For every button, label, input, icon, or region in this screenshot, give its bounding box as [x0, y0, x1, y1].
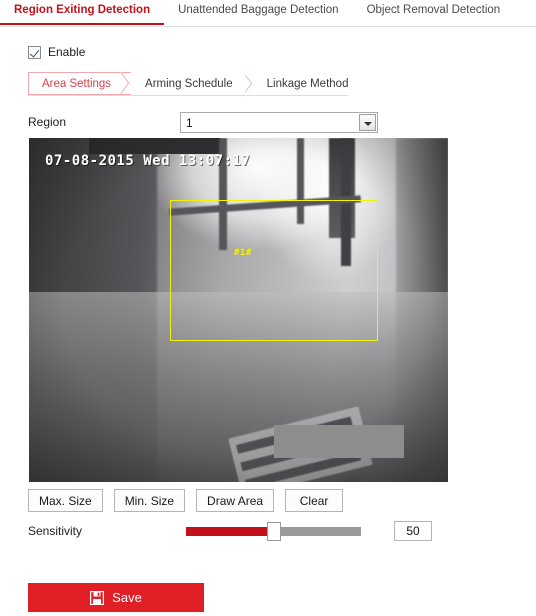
sensitivity-slider-handle[interactable]	[266, 522, 281, 541]
region-detection-rectangle[interactable]	[170, 200, 378, 341]
clear-button[interactable]: Clear	[285, 489, 344, 512]
chevron-right-icon	[112, 71, 130, 95]
tab-unattended-baggage-detection[interactable]: Unattended Baggage Detection	[164, 0, 352, 23]
save-button[interactable]: Save	[28, 583, 204, 612]
region-label: Region	[28, 115, 67, 129]
settings-subtab-bar: Area Settings Arming Schedule Linkage Me…	[28, 71, 348, 96]
detection-tab-bar: Region Exiting Detection Unattended Bagg…	[0, 0, 536, 28]
subtab-linkage-method[interactable]: Linkage Method	[253, 72, 369, 95]
tab-bar-divider	[0, 26, 536, 27]
chevron-right-icon	[238, 74, 252, 93]
subtab-area-settings[interactable]: Area Settings	[28, 71, 132, 95]
subtab-linkage-method-label: Linkage Method	[266, 77, 349, 90]
sensitivity-slider[interactable]	[186, 522, 361, 541]
enable-checkbox[interactable]	[28, 45, 41, 59]
save-button-label: Save	[112, 590, 142, 605]
subtab-arming-schedule-label: Arming Schedule	[145, 77, 233, 90]
video-osd-timestamp: 07-08-2015 Wed 13:07:17	[45, 153, 251, 169]
tab-region-exiting-detection[interactable]: Region Exiting Detection	[0, 0, 165, 25]
sensitivity-label: Sensitivity	[28, 524, 83, 538]
region-row: Region 1	[28, 112, 388, 134]
enable-row: Enable	[28, 45, 85, 59]
draw-area-button[interactable]: Draw Area	[196, 489, 275, 512]
max-size-button[interactable]: Max. Size	[28, 489, 103, 512]
region-select-value: 1	[186, 116, 193, 130]
sensitivity-value-input[interactable]: 50	[394, 521, 432, 541]
enable-label: Enable	[48, 45, 86, 59]
sensitivity-row: Sensitivity 50	[28, 521, 432, 543]
subtab-area-settings-label: Area Settings	[42, 77, 112, 90]
video-privacy-mask	[274, 425, 404, 458]
tab-object-removal-detection[interactable]: Object Removal Detection	[353, 0, 515, 23]
sensitivity-slider-fill	[186, 527, 274, 536]
video-preview-pane[interactable]: 07-08-2015 Wed 13:07:17 #1#	[29, 138, 448, 482]
area-action-buttons: Max. Size Min. Size Draw Area Clear	[28, 489, 344, 512]
chevron-down-icon[interactable]	[359, 114, 376, 131]
floppy-save-icon	[90, 590, 105, 605]
subtab-arming-schedule[interactable]: Arming Schedule	[131, 72, 253, 95]
region-select[interactable]: 1	[180, 112, 378, 133]
region-detection-label: #1#	[234, 248, 252, 258]
min-size-button[interactable]: Min. Size	[113, 489, 186, 512]
